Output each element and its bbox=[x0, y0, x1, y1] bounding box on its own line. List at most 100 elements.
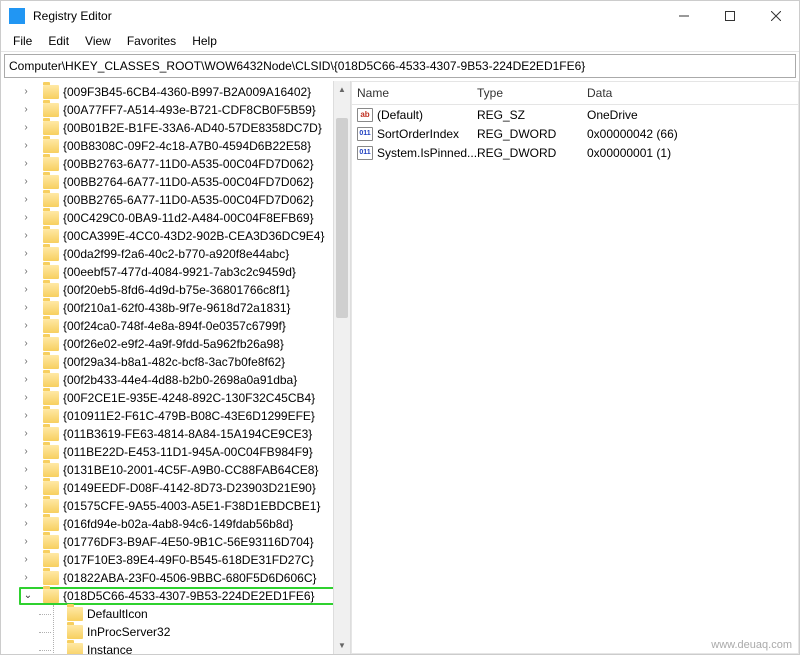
tree-item[interactable]: ›{00BB2764-6A77-11D0-A535-00C04FD7D062} bbox=[19, 173, 350, 191]
value-name: System.IsPinned... bbox=[377, 146, 477, 160]
folder-icon bbox=[67, 607, 83, 621]
close-button[interactable] bbox=[753, 1, 799, 31]
chevron-right-icon[interactable]: › bbox=[19, 407, 33, 425]
tree-item[interactable]: DefaultIcon bbox=[45, 605, 350, 623]
folder-icon bbox=[43, 499, 59, 513]
list-row[interactable]: 011System.IsPinned...REG_DWORD0x00000001… bbox=[351, 143, 799, 162]
tree-item[interactable]: ›{00f24ca0-748f-4e8a-894f-0e0357c6799f} bbox=[19, 317, 350, 335]
chevron-right-icon[interactable]: › bbox=[19, 461, 33, 479]
tree-item[interactable]: ›{00CA399E-4CC0-43D2-902B-CEA3D36DC9E4} bbox=[19, 227, 350, 245]
chevron-right-icon[interactable]: › bbox=[19, 83, 33, 101]
menu-file[interactable]: File bbox=[5, 32, 40, 50]
tree-item[interactable]: ⌄ {018D5C66-4533-4307-9B53-224DE2ED1FE6} bbox=[19, 587, 350, 605]
chevron-right-icon[interactable]: › bbox=[19, 137, 33, 155]
tree-item[interactable]: ›{00C429C0-0BA9-11d2-A484-00C04F8EFB69} bbox=[19, 209, 350, 227]
chevron-right-icon[interactable]: › bbox=[19, 479, 33, 497]
minimize-button[interactable] bbox=[661, 1, 707, 31]
tree-item[interactable]: ›{00f29a34-b8a1-482c-bcf8-3ac7b0fe8f62} bbox=[19, 353, 350, 371]
tree-item[interactable]: ›{00f20eb5-8fd6-4d9d-b75e-36801766c8f1} bbox=[19, 281, 350, 299]
chevron-right-icon[interactable]: › bbox=[19, 353, 33, 371]
chevron-right-icon[interactable]: › bbox=[19, 443, 33, 461]
chevron-right-icon[interactable]: › bbox=[19, 155, 33, 173]
chevron-right-icon[interactable]: › bbox=[19, 389, 33, 407]
chevron-right-icon[interactable]: › bbox=[19, 263, 33, 281]
chevron-right-icon[interactable]: › bbox=[19, 551, 33, 569]
tree-item[interactable]: ›{017F10E3-89E4-49F0-B545-618DE31FD27C} bbox=[19, 551, 350, 569]
tree-item[interactable]: › {0149EEDF-D08F-4142-8D73-D23903D21E90} bbox=[19, 479, 350, 497]
tree-item-label: {018D5C66-4533-4307-9B53-224DE2ED1FE6} bbox=[63, 589, 315, 603]
folder-icon bbox=[43, 301, 59, 315]
tree-item-label: {00da2f99-f2a6-40c2-b770-a920f8e44abc} bbox=[63, 247, 289, 261]
tree-item[interactable]: ›{009F3B45-6CB4-4360-B997-B2A009A16402} bbox=[19, 83, 350, 101]
tree-item[interactable]: ›{00f2b433-44e4-4d88-b2b0-2698a0a91dba} bbox=[19, 371, 350, 389]
tree-item[interactable]: ›{011BE22D-E453-11D1-945A-00C04FB984F9} bbox=[19, 443, 350, 461]
column-name[interactable]: Name bbox=[351, 86, 471, 100]
chevron-right-icon[interactable]: › bbox=[19, 173, 33, 191]
maximize-button[interactable] bbox=[707, 1, 753, 31]
folder-icon bbox=[43, 337, 59, 351]
tree-item[interactable]: ›{00B8308C-09F2-4c18-A7B0-4594D6B22E58} bbox=[19, 137, 350, 155]
chevron-right-icon[interactable]: › bbox=[19, 191, 33, 209]
tree-item[interactable]: ›{011B3619-FE63-4814-8A84-15A194CE9CE3} bbox=[19, 425, 350, 443]
chevron-right-icon[interactable]: › bbox=[19, 497, 33, 515]
chevron-right-icon[interactable]: › bbox=[19, 371, 33, 389]
tree-scrollbar[interactable]: ▲ ▼ bbox=[333, 81, 350, 654]
scroll-up-icon[interactable]: ▲ bbox=[334, 81, 350, 98]
tree-item[interactable]: ›{00A77FF7-A514-493e-B721-CDF8CB0F5B59} bbox=[19, 101, 350, 119]
list-row[interactable]: ab(Default)REG_SZOneDrive bbox=[351, 105, 799, 124]
value-data: OneDrive bbox=[587, 108, 799, 122]
chevron-right-icon[interactable]: › bbox=[19, 425, 33, 443]
chevron-down-icon[interactable]: ⌄ bbox=[21, 587, 35, 605]
app-icon bbox=[9, 8, 25, 24]
tree-item[interactable]: Instance bbox=[45, 641, 350, 654]
chevron-right-icon[interactable]: › bbox=[19, 299, 33, 317]
chevron-right-icon[interactable]: › bbox=[19, 569, 33, 587]
folder-icon bbox=[43, 157, 59, 171]
scroll-down-icon[interactable]: ▼ bbox=[334, 637, 350, 654]
tree-item[interactable]: ›{016fd94e-b02a-4ab8-94c6-149fdab56b8d} bbox=[19, 515, 350, 533]
menu-view[interactable]: View bbox=[77, 32, 119, 50]
tree-item[interactable]: ›{00F2CE1E-935E-4248-892C-130F32C45CB4} bbox=[19, 389, 350, 407]
value-type: REG_SZ bbox=[477, 108, 587, 122]
tree-item[interactable]: ›{00B01B2E-B1FE-33A6-AD40-57DE8358DC7D} bbox=[19, 119, 350, 137]
tree-item[interactable]: ›{00BB2765-6A77-11D0-A535-00C04FD7D062} bbox=[19, 191, 350, 209]
column-data[interactable]: Data bbox=[581, 86, 799, 100]
chevron-right-icon[interactable]: › bbox=[19, 335, 33, 353]
tree-item[interactable]: › {00da2f99-f2a6-40c2-b770-a920f8e44abc} bbox=[19, 245, 350, 263]
tree-item[interactable]: ›{00f210a1-62f0-438b-9f7e-9618d72a1831} bbox=[19, 299, 350, 317]
scroll-thumb[interactable] bbox=[336, 118, 348, 318]
chevron-right-icon[interactable]: › bbox=[19, 245, 33, 263]
column-type[interactable]: Type bbox=[471, 86, 581, 100]
addressbar[interactable]: Computer\HKEY_CLASSES_ROOT\WOW6432Node\C… bbox=[4, 54, 796, 78]
chevron-right-icon[interactable]: › bbox=[19, 119, 33, 137]
scroll-track[interactable] bbox=[334, 98, 350, 637]
tree-item[interactable]: ›{00eebf57-477d-4084-9921-7ab3c2c9459d} bbox=[19, 263, 350, 281]
tree-item[interactable]: ›{00BB2763-6A77-11D0-A535-00C04FD7D062} bbox=[19, 155, 350, 173]
addressbar-text: Computer\HKEY_CLASSES_ROOT\WOW6432Node\C… bbox=[9, 59, 585, 73]
tree-item[interactable]: ›{01575CFE-9A55-4003-A5E1-F38D1EBDCBE1} bbox=[19, 497, 350, 515]
tree-item[interactable]: ›{0131BE10-2001-4C5F-A9B0-CC88FAB64CE8} bbox=[19, 461, 350, 479]
tree-item[interactable]: ›{010911E2-F61C-479B-B08C-43E6D1299EFE} bbox=[19, 407, 350, 425]
chevron-right-icon[interactable]: › bbox=[19, 101, 33, 119]
chevron-right-icon[interactable]: › bbox=[19, 515, 33, 533]
tree-item[interactable]: InProcServer32 bbox=[45, 623, 350, 641]
menu-help[interactable]: Help bbox=[184, 32, 225, 50]
value-name: SortOrderIndex bbox=[377, 127, 459, 141]
chevron-right-icon[interactable]: › bbox=[19, 227, 33, 245]
window-title: Registry Editor bbox=[33, 9, 661, 23]
chevron-right-icon[interactable]: › bbox=[19, 209, 33, 227]
list-row[interactable]: 011SortOrderIndexREG_DWORD0x00000042 (66… bbox=[351, 124, 799, 143]
menu-favorites[interactable]: Favorites bbox=[119, 32, 184, 50]
tree-item[interactable]: ›{00f26e02-e9f2-4a9f-9fdd-5a962fb26a98} bbox=[19, 335, 350, 353]
chevron-right-icon[interactable]: › bbox=[19, 317, 33, 335]
chevron-right-icon[interactable]: › bbox=[19, 281, 33, 299]
menu-edit[interactable]: Edit bbox=[40, 32, 77, 50]
tree-scroll[interactable]: ›{009F3B45-6CB4-4360-B997-B2A009A16402}›… bbox=[1, 81, 350, 654]
tree-item[interactable]: ›{01822ABA-23F0-4506-9BBC-680F5D6D606C} bbox=[19, 569, 350, 587]
tree-item-label: {0149EEDF-D08F-4142-8D73-D23903D21E90} bbox=[63, 481, 316, 495]
folder-icon bbox=[43, 175, 59, 189]
chevron-right-icon[interactable]: › bbox=[19, 533, 33, 551]
tree-item[interactable]: ›{01776DF3-B9AF-4E50-9B1C-56E93116D704} bbox=[19, 533, 350, 551]
folder-icon bbox=[43, 229, 59, 243]
tree-item-label: Instance bbox=[87, 643, 132, 654]
